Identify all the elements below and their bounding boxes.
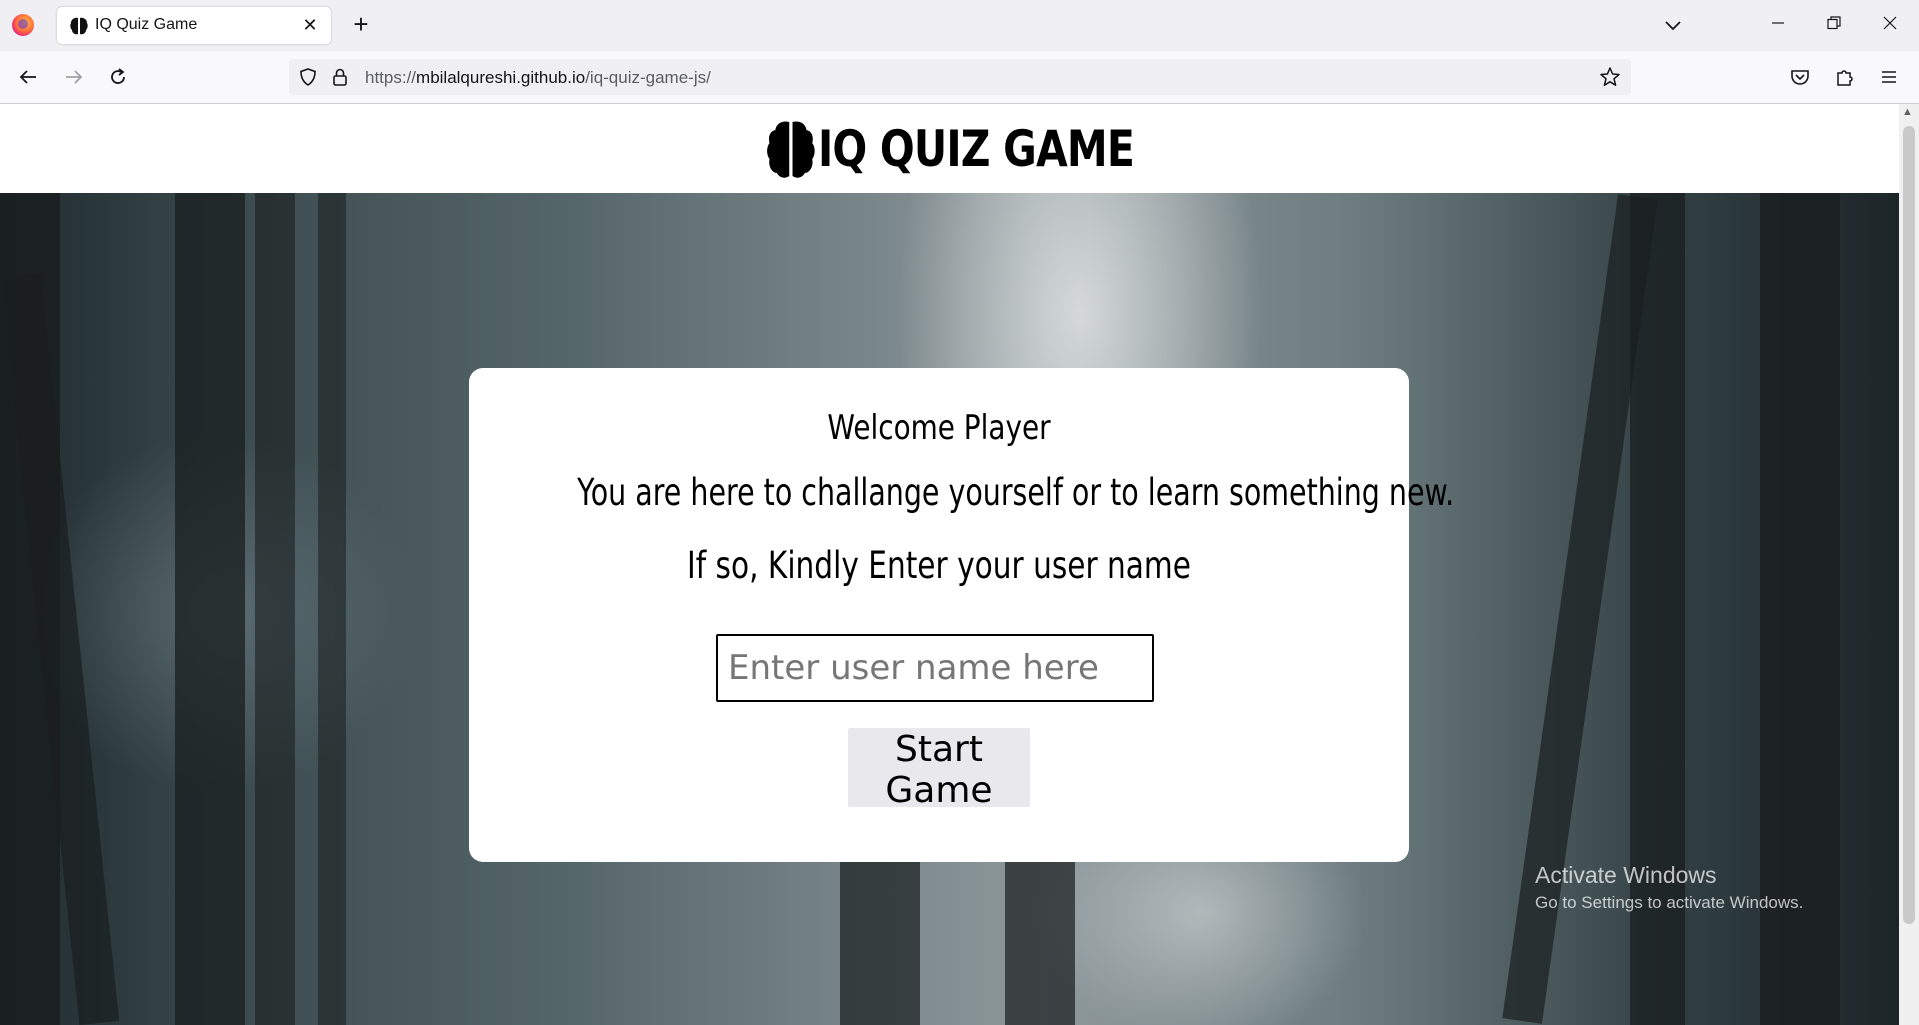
site-title: IQ QUIZ GAME <box>765 118 1135 180</box>
address-bar[interactable]: https://mbilalqureshi.github.io/iq-quiz-… <box>289 59 1631 95</box>
firefox-logo-icon[interactable] <box>12 14 34 36</box>
forward-arrow-icon <box>66 70 83 84</box>
puzzle-piece-icon <box>1837 70 1853 86</box>
minimize-window-button[interactable] <box>1750 0 1806 46</box>
pocket-button[interactable] <box>1786 63 1814 91</box>
site-title-text: IQ QUIZ GAME <box>817 119 1135 178</box>
site-header: IQ QUIZ GAME <box>0 104 1899 193</box>
browser-tab-active[interactable]: IQ Quiz Game ✕ <box>57 7 331 44</box>
scrollbar-thumb[interactable] <box>1903 126 1915 924</box>
welcome-heading: Welcome Player <box>827 408 1051 448</box>
extensions-button[interactable] <box>1831 63 1859 91</box>
app-menu-button[interactable] <box>1875 63 1903 91</box>
username-prompt: If so, Kindly Enter your user name <box>687 544 1191 587</box>
back-button[interactable] <box>14 63 42 91</box>
close-icon <box>1883 16 1897 30</box>
restore-icon <box>1827 16 1841 30</box>
forest-background-image: Welcome Player You are here to challange… <box>0 193 1899 1025</box>
pocket-icon <box>1791 70 1809 85</box>
new-tab-button[interactable]: + <box>347 11 375 39</box>
back-arrow-icon <box>19 70 36 84</box>
welcome-card: Welcome Player You are here to challange… <box>469 368 1455 862</box>
welcome-subtitle: You are here to challange yourself or to… <box>577 471 1455 514</box>
tree-trunk <box>318 193 346 1025</box>
hamburger-menu-icon <box>1882 71 1896 83</box>
forward-button[interactable] <box>60 63 88 91</box>
tree-trunk <box>255 193 295 1025</box>
close-window-button[interactable] <box>1862 0 1918 46</box>
tracking-protection-shield-icon[interactable] <box>298 67 318 87</box>
activation-title: Activate Windows <box>1535 862 1717 888</box>
tab-close-icon[interactable]: ✕ <box>299 14 321 36</box>
web-page: IQ QUIZ GAME Welcome Player You are here… <box>0 104 1899 1025</box>
browser-navigation-bar: https://mbilalqureshi.github.io/iq-quiz-… <box>0 51 1919 104</box>
brain-logo-icon <box>766 120 815 178</box>
windows-activation-watermark: Activate Windows Go to Settings to activ… <box>1535 862 1803 913</box>
activation-subtitle: Go to Settings to activate Windows. <box>1535 893 1804 912</box>
reload-button[interactable] <box>104 63 132 91</box>
list-all-tabs-chevron-icon[interactable] <box>1660 12 1686 38</box>
restore-window-button[interactable] <box>1806 0 1862 46</box>
page-scrollbar[interactable]: ▲ <box>1899 104 1919 1025</box>
start-game-button[interactable]: Start Game <box>848 728 1030 811</box>
minimize-icon <box>1772 22 1784 24</box>
scroll-up-arrow-icon[interactable]: ▲ <box>1902 106 1913 118</box>
reload-icon <box>111 68 125 84</box>
tree-trunk <box>175 193 245 1025</box>
username-input[interactable] <box>716 634 1154 702</box>
lock-icon[interactable] <box>331 67 349 87</box>
brain-favicon-icon <box>70 17 88 35</box>
tab-title: IQ Quiz Game <box>95 16 198 33</box>
bookmark-star-icon[interactable] <box>1599 66 1621 88</box>
url-text[interactable]: https://mbilalqureshi.github.io/iq-quiz-… <box>365 68 711 88</box>
browser-tab-bar: IQ Quiz Game ✕ + <box>0 0 1919 51</box>
